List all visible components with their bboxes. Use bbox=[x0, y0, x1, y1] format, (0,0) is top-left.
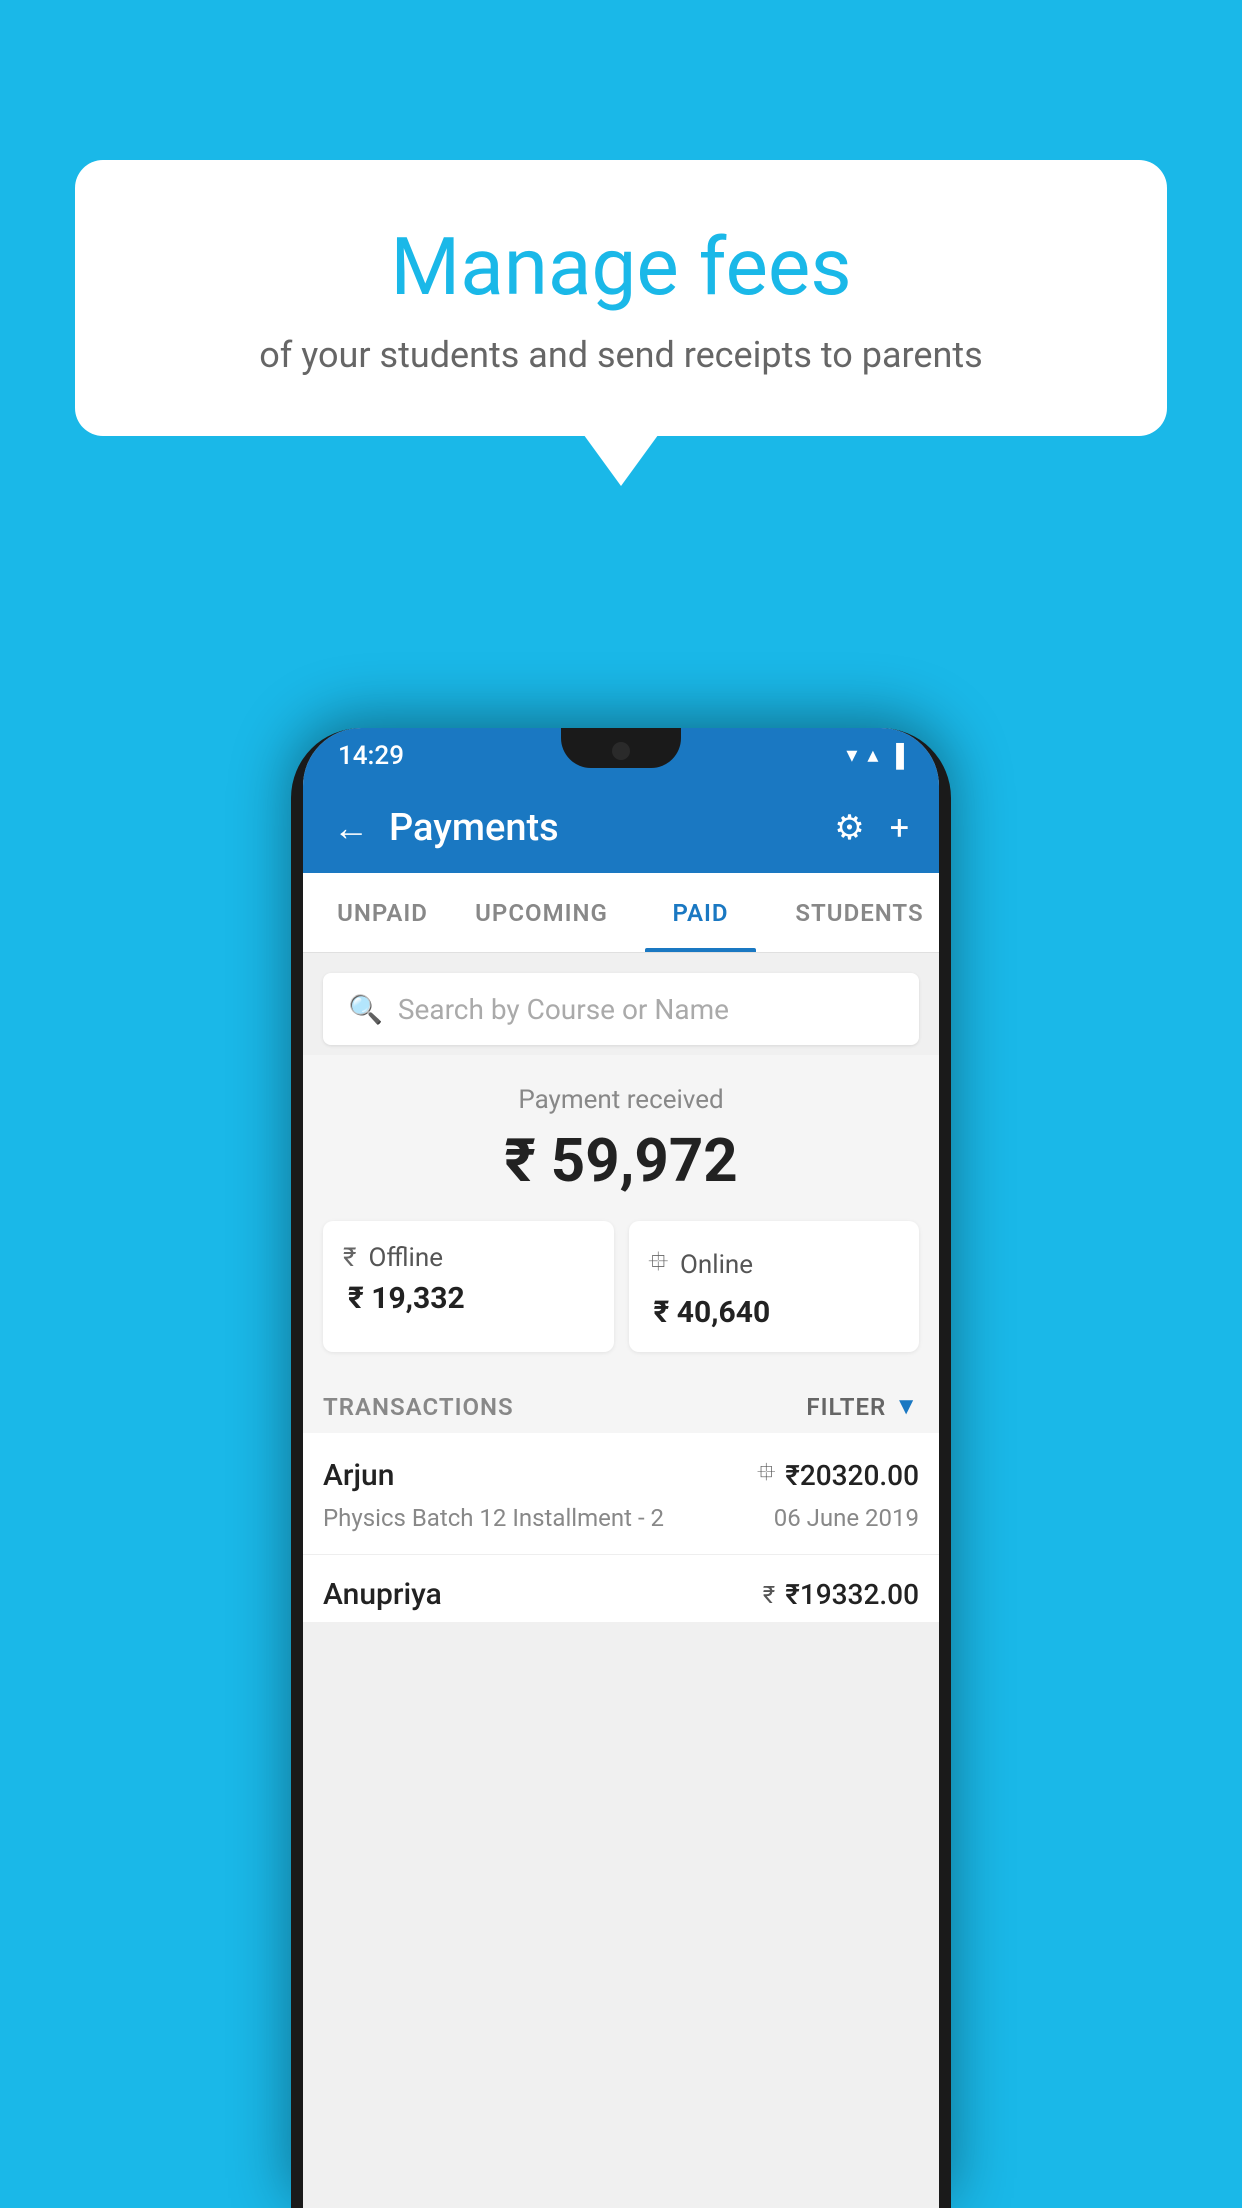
transaction-row-arjun[interactable]: Arjun ⯐ ₹20320.00 Physics Batch 12 Insta… bbox=[303, 1433, 939, 1555]
payment-received-amount: ₹ 59,972 bbox=[323, 1125, 919, 1196]
offline-amount: ₹ 19,332 bbox=[343, 1281, 594, 1316]
filter-icon: ▼ bbox=[894, 1392, 919, 1421]
gear-icon[interactable]: ⚙ bbox=[834, 808, 864, 848]
phone-notch bbox=[561, 728, 681, 768]
camera-dot bbox=[612, 742, 630, 760]
filter-button[interactable]: FILTER ▼ bbox=[806, 1392, 919, 1421]
online-icon: ⯐ bbox=[649, 1243, 669, 1287]
tab-upcoming[interactable]: UPCOMING bbox=[462, 873, 621, 952]
transaction-name-arjun: Arjun bbox=[323, 1458, 394, 1493]
add-button[interactable]: + bbox=[890, 808, 909, 848]
offline-icon: ₹ bbox=[343, 1243, 356, 1273]
online-amount: ₹ 40,640 bbox=[649, 1295, 900, 1330]
transaction-name-anupriya: Anupriya bbox=[323, 1577, 442, 1612]
online-card-header: ⯐ Online bbox=[649, 1243, 900, 1287]
transaction-row-anupriya[interactable]: Anupriya ₹ ₹19332.00 bbox=[303, 1555, 939, 1622]
transaction-amount-wrap-arjun: ⯐ ₹20320.00 bbox=[757, 1455, 919, 1496]
offline-card: ₹ Offline ₹ 19,332 bbox=[323, 1221, 614, 1352]
app-header: ← Payments ⚙ + bbox=[303, 783, 939, 873]
tab-students[interactable]: STUDENTS bbox=[780, 873, 939, 952]
payment-cards: ₹ Offline ₹ 19,332 ⯐ Online ₹ 40,640 bbox=[323, 1221, 919, 1352]
card-icon-arjun: ⯐ bbox=[757, 1455, 775, 1496]
online-label: Online bbox=[680, 1250, 753, 1280]
signal-icon: ▴ bbox=[867, 743, 878, 768]
payment-received-label: Payment received bbox=[323, 1085, 919, 1115]
transactions-header: TRANSACTIONS FILTER ▼ bbox=[303, 1372, 939, 1433]
phone-screen: 14:29 ▾ ▴ ▐ ← Payments ⚙ + UNPAID UPCOMI… bbox=[303, 728, 939, 2208]
transaction-top-anupriya: Anupriya ₹ ₹19332.00 bbox=[323, 1577, 919, 1612]
tab-paid[interactable]: PAID bbox=[621, 873, 780, 952]
transaction-top-arjun: Arjun ⯐ ₹20320.00 bbox=[323, 1455, 919, 1496]
payment-section: Payment received ₹ 59,972 ₹ Offline ₹ 19… bbox=[303, 1055, 939, 1372]
header-icons: ⚙ + bbox=[834, 808, 909, 848]
wifi-icon: ▾ bbox=[846, 743, 857, 768]
header-title: Payments bbox=[389, 806, 814, 850]
cash-icon-anupriya: ₹ bbox=[763, 1581, 775, 1609]
transaction-amount-wrap-anupriya: ₹ ₹19332.00 bbox=[763, 1578, 919, 1611]
transaction-bottom-arjun: Physics Batch 12 Installment - 2 06 June… bbox=[323, 1504, 919, 1532]
battery-icon: ▐ bbox=[888, 743, 904, 769]
bubble-subtitle: of your students and send receipts to pa… bbox=[155, 334, 1087, 376]
filter-label: FILTER bbox=[806, 1393, 886, 1421]
search-placeholder: Search by Course or Name bbox=[398, 993, 729, 1026]
bubble-title: Manage fees bbox=[155, 220, 1087, 314]
search-icon: 🔍 bbox=[348, 993, 383, 1026]
phone-frame: 14:29 ▾ ▴ ▐ ← Payments ⚙ + UNPAID UPCOMI… bbox=[291, 728, 951, 2208]
offline-label: Offline bbox=[368, 1243, 443, 1273]
transaction-amount-anupriya: ₹19332.00 bbox=[785, 1578, 919, 1611]
transaction-amount-arjun: ₹20320.00 bbox=[785, 1459, 919, 1492]
online-card: ⯐ Online ₹ 40,640 bbox=[629, 1221, 920, 1352]
status-icons: ▾ ▴ ▐ bbox=[846, 743, 904, 769]
offline-card-header: ₹ Offline bbox=[343, 1243, 594, 1273]
back-button[interactable]: ← bbox=[333, 807, 369, 849]
transaction-date-arjun: 06 June 2019 bbox=[774, 1504, 919, 1532]
tabs-container: UNPAID UPCOMING PAID STUDENTS bbox=[303, 873, 939, 953]
transactions-label: TRANSACTIONS bbox=[323, 1393, 514, 1421]
search-bar[interactable]: 🔍 Search by Course or Name bbox=[323, 973, 919, 1045]
tab-unpaid[interactable]: UNPAID bbox=[303, 873, 462, 952]
speech-bubble: Manage fees of your students and send re… bbox=[75, 160, 1167, 436]
transaction-course-arjun: Physics Batch 12 Installment - 2 bbox=[323, 1504, 664, 1532]
status-time: 14:29 bbox=[338, 741, 404, 771]
speech-bubble-container: Manage fees of your students and send re… bbox=[75, 160, 1167, 436]
